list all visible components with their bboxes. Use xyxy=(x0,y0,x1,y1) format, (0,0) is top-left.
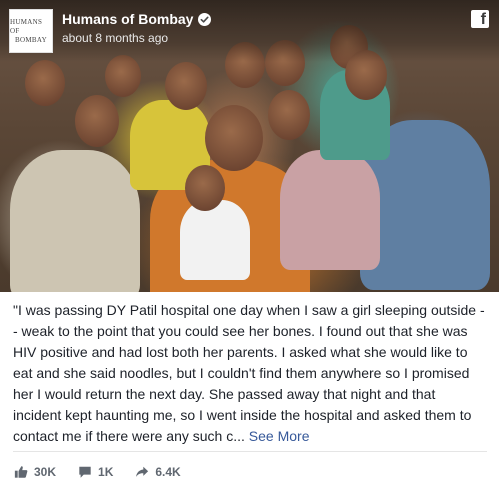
photo-figure xyxy=(280,150,380,270)
photo-face xyxy=(205,105,263,171)
like-count-button[interactable]: 30K xyxy=(14,465,56,479)
verified-badge-icon xyxy=(198,12,212,26)
logo-text: HUMANS OF xyxy=(10,17,43,35)
photo-face xyxy=(185,165,225,211)
divider xyxy=(13,451,487,452)
engagement-bar: 30K 1K 6.4K xyxy=(14,463,181,481)
facebook-icon[interactable]: f xyxy=(471,10,489,28)
photo-face xyxy=(165,62,207,110)
post-timestamp[interactable]: about 8 months ago xyxy=(62,31,168,45)
post-header: HUMANS OF BOMBAY Humans of Bombay about … xyxy=(0,0,499,62)
page-name: Humans of Bombay xyxy=(62,11,194,27)
see-more-link[interactable]: See More xyxy=(249,428,310,444)
caption-text: "I was passing DY Patil hospital one day… xyxy=(13,302,485,444)
facebook-post-card: HUMANS OF BOMBAY Humans of Bombay about … xyxy=(0,0,499,494)
share-count-button[interactable]: 6.4K xyxy=(135,465,181,479)
photo-figure xyxy=(10,150,140,292)
photo-face xyxy=(75,95,119,147)
share-arrow-icon xyxy=(136,466,149,477)
share-count: 6.4K xyxy=(155,465,181,479)
comment-count: 1K xyxy=(98,465,114,479)
logo-text: BOMBAY xyxy=(15,35,47,44)
like-count: 30K xyxy=(34,465,57,479)
comment-count-button[interactable]: 1K xyxy=(78,465,113,479)
thumbs-up-icon xyxy=(14,466,28,478)
post-caption: "I was passing DY Patil hospital one day… xyxy=(13,300,487,447)
comment-icon xyxy=(79,466,91,478)
photo-face xyxy=(268,90,310,140)
page-avatar[interactable]: HUMANS OF BOMBAY xyxy=(9,9,53,53)
photo-figure xyxy=(180,200,250,280)
photo-face xyxy=(25,60,65,106)
page-name-link[interactable]: Humans of Bombay xyxy=(62,11,212,27)
